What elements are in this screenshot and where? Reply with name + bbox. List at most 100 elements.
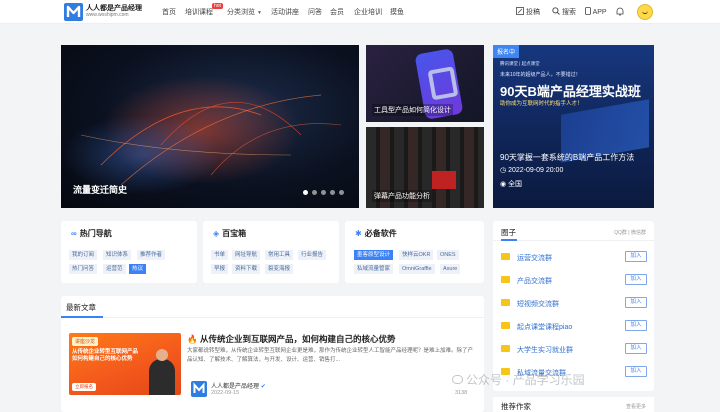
view-more-link[interactable]: 查看更多 — [626, 403, 646, 410]
groups-tabs[interactable]: QQ群 | 微信群 — [614, 229, 646, 236]
thumb-text: 从传统企业转型互联网产品 如何构建自己的核心优势 — [72, 349, 139, 362]
verified-icon: ✔ — [260, 384, 266, 390]
chip-url-nav[interactable]: 网址导航 — [232, 250, 261, 260]
chat-icon — [501, 322, 510, 329]
toolbox-heading: ◈ 百宝箱 — [213, 228, 246, 239]
group-name[interactable]: 产品交流群 — [517, 276, 552, 286]
post-label: 投稿 — [525, 9, 540, 16]
promo-location: ◉ 全国 — [500, 179, 522, 189]
hero-tile-danmaku[interactable]: 弹幕产品功能分析 — [366, 127, 484, 208]
phone-icon — [585, 7, 591, 17]
chip-booklist[interactable]: 书单 — [211, 250, 229, 260]
chip-private-traffic[interactable]: 私域流量管家 — [354, 264, 394, 274]
article-excerpt: 大家都说转型难，从传统企业转型互联网企业更是难，那作为传统企业转型人工智能产品经… — [187, 348, 474, 363]
join-button[interactable]: 加入 — [625, 343, 647, 354]
app-button[interactable]: APP — [585, 7, 607, 17]
nav-home[interactable]: 首页 — [162, 7, 176, 17]
nav-categories[interactable]: 分类浏览 ▼ — [227, 7, 262, 17]
nav-enterprise[interactable]: 企业培训 — [354, 7, 382, 17]
top-header: 人人都是产品经理 www.woshipm.com 首页 培训课程 hot 分类浏… — [0, 0, 720, 24]
join-button[interactable]: 加入 — [625, 251, 647, 262]
hero-tile-design[interactable]: 工具型产品如何简化设计 — [366, 45, 484, 122]
join-button[interactable]: 加入 — [625, 320, 647, 331]
group-name[interactable]: 运营交流群 — [517, 253, 552, 263]
location-icon: ◉ — [500, 181, 507, 188]
post-button[interactable]: 投稿 — [516, 7, 540, 17]
carousel-dot[interactable] — [339, 190, 344, 195]
nav-qa[interactable]: 问答 — [308, 7, 322, 17]
software-card: ✱ 必备软件 墨客原型设计 快样云OKR ONES 私域流量管家 OmniGraf… — [345, 221, 484, 283]
chevron-down-icon: ▼ — [257, 10, 262, 16]
chip-reports[interactable]: 行业报告 — [298, 250, 327, 260]
hot-nav-title: 热门导航 — [79, 229, 112, 238]
chip-tools[interactable]: 常用工具 — [265, 250, 294, 260]
chip-trending[interactable]: 热议 — [129, 264, 147, 274]
article-thumbnail[interactable]: 讲座沙龙 从传统企业转型互联网产品 如何构建自己的核心优势 立即报名 — [69, 333, 181, 395]
chip-knowledge[interactable]: 知识体系 — [103, 250, 132, 260]
promo-banner[interactable]: 报名中 腾讯课堂 | 起点课堂 未来10年的超级产品人，不要错过！ 90天B端产… — [493, 45, 654, 208]
hot-nav-heading: ∞ 热门导航 — [71, 228, 112, 239]
clock-icon: ◷ — [500, 167, 507, 174]
user-avatar[interactable] — [637, 4, 653, 20]
group-name[interactable]: 大学生实习就业群 — [517, 345, 573, 355]
author-name[interactable]: 人人都是产品经理 ✔ — [211, 381, 266, 390]
carousel-dot[interactable] — [303, 190, 308, 195]
group-row: 产品交流群 加入 — [501, 273, 647, 287]
tile1-caption: 工具型产品如何简化设计 — [372, 104, 453, 116]
chip-okr[interactable]: 快样云OKR — [399, 250, 434, 260]
promo-logos: 腾讯课堂 | 起点课堂 — [500, 61, 540, 66]
site-logo[interactable]: 人人都是产品经理 www.woshipm.com — [64, 3, 152, 21]
chip-omnigraffle[interactable]: OmniGraffle — [399, 264, 435, 274]
promo-ribbon: 助你成为互联网时代的指手人才！ — [500, 101, 583, 107]
chip-operations[interactable]: 运营范 — [103, 264, 126, 274]
nav-categories-label: 分类浏览 — [227, 9, 255, 16]
tile2-caption: 弹幕产品功能分析 — [372, 190, 432, 202]
chip-ones[interactable]: ONES — [437, 250, 459, 260]
chip-morning-news[interactable]: 早报 — [211, 264, 229, 274]
group-name[interactable]: 起点课堂课程piao — [517, 322, 572, 332]
chip-hot-qa[interactable]: 热门问答 — [69, 264, 98, 274]
groups-underline — [501, 239, 517, 241]
carousel-dot[interactable] — [330, 190, 335, 195]
promo-title: 90天掌握一套系统的B端产品工作方法 — [500, 153, 635, 162]
promo-date-text: 2022-09-09 20:00 — [508, 167, 564, 174]
author-avatar[interactable] — [191, 381, 207, 397]
link-icon: ∞ — [71, 229, 77, 238]
promo-date: ◷ 2022-09-09 20:00 — [500, 166, 563, 174]
search-icon — [552, 7, 560, 17]
chip-axure[interactable]: Axure — [440, 264, 461, 274]
promo-location-text: 全国 — [508, 181, 523, 188]
chat-icon — [501, 276, 510, 283]
join-button[interactable]: 加入 — [625, 297, 647, 308]
chip-subscriptions[interactable]: 我的订阅 — [69, 250, 98, 260]
nav-moyu[interactable]: 摸鱼 — [390, 7, 404, 17]
article-date: 2022-09-15 — [211, 390, 240, 396]
toolbox-card: ◈ 百宝箱 书单 网址导航 常用工具 行业报告 早报 资料下载 裂变海报 — [203, 221, 339, 283]
notification-button[interactable] — [616, 7, 624, 18]
carousel-dot[interactable] — [321, 190, 326, 195]
speaker-illustration — [149, 349, 175, 395]
articles-tabbar: 最新文章 — [61, 296, 484, 318]
group-name[interactable]: 短视频交流群 — [517, 299, 559, 309]
software-title: 必备软件 — [364, 229, 397, 238]
search-button[interactable]: 搜索 — [552, 7, 576, 17]
edit-icon — [516, 7, 524, 17]
wechat-icon — [452, 375, 463, 384]
carousel-dot[interactable] — [312, 190, 317, 195]
join-button[interactable]: 加入 — [625, 274, 647, 285]
thumb-signup: 立即报名 — [72, 383, 96, 391]
article-title[interactable]: 🔥 从传统企业到互联网产品，如何构建自己的核心优势 — [187, 333, 395, 345]
nav-membership[interactable]: 会员 — [330, 7, 344, 17]
hero-main-banner[interactable]: 流量变迁简史 — [61, 45, 359, 208]
groups-header: 圈子 QQ群 | 微信群 — [493, 221, 654, 241]
join-button[interactable]: 加入 — [625, 366, 647, 377]
chip-authors[interactable]: 推荐作者 — [137, 250, 166, 260]
nav-events[interactable]: 活动讲座 — [271, 7, 299, 17]
chip-mockplus[interactable]: 墨客原型设计 — [354, 250, 394, 260]
chip-downloads[interactable]: 资料下载 — [232, 264, 261, 274]
article-views: 3138 — [455, 390, 468, 396]
group-row: 短视频交流群 加入 — [501, 296, 647, 310]
chip-posters[interactable]: 裂变海报 — [265, 264, 294, 274]
tab-latest-articles[interactable]: 最新文章 — [66, 302, 96, 313]
nav-courses[interactable]: 培训课程 hot — [185, 3, 223, 17]
